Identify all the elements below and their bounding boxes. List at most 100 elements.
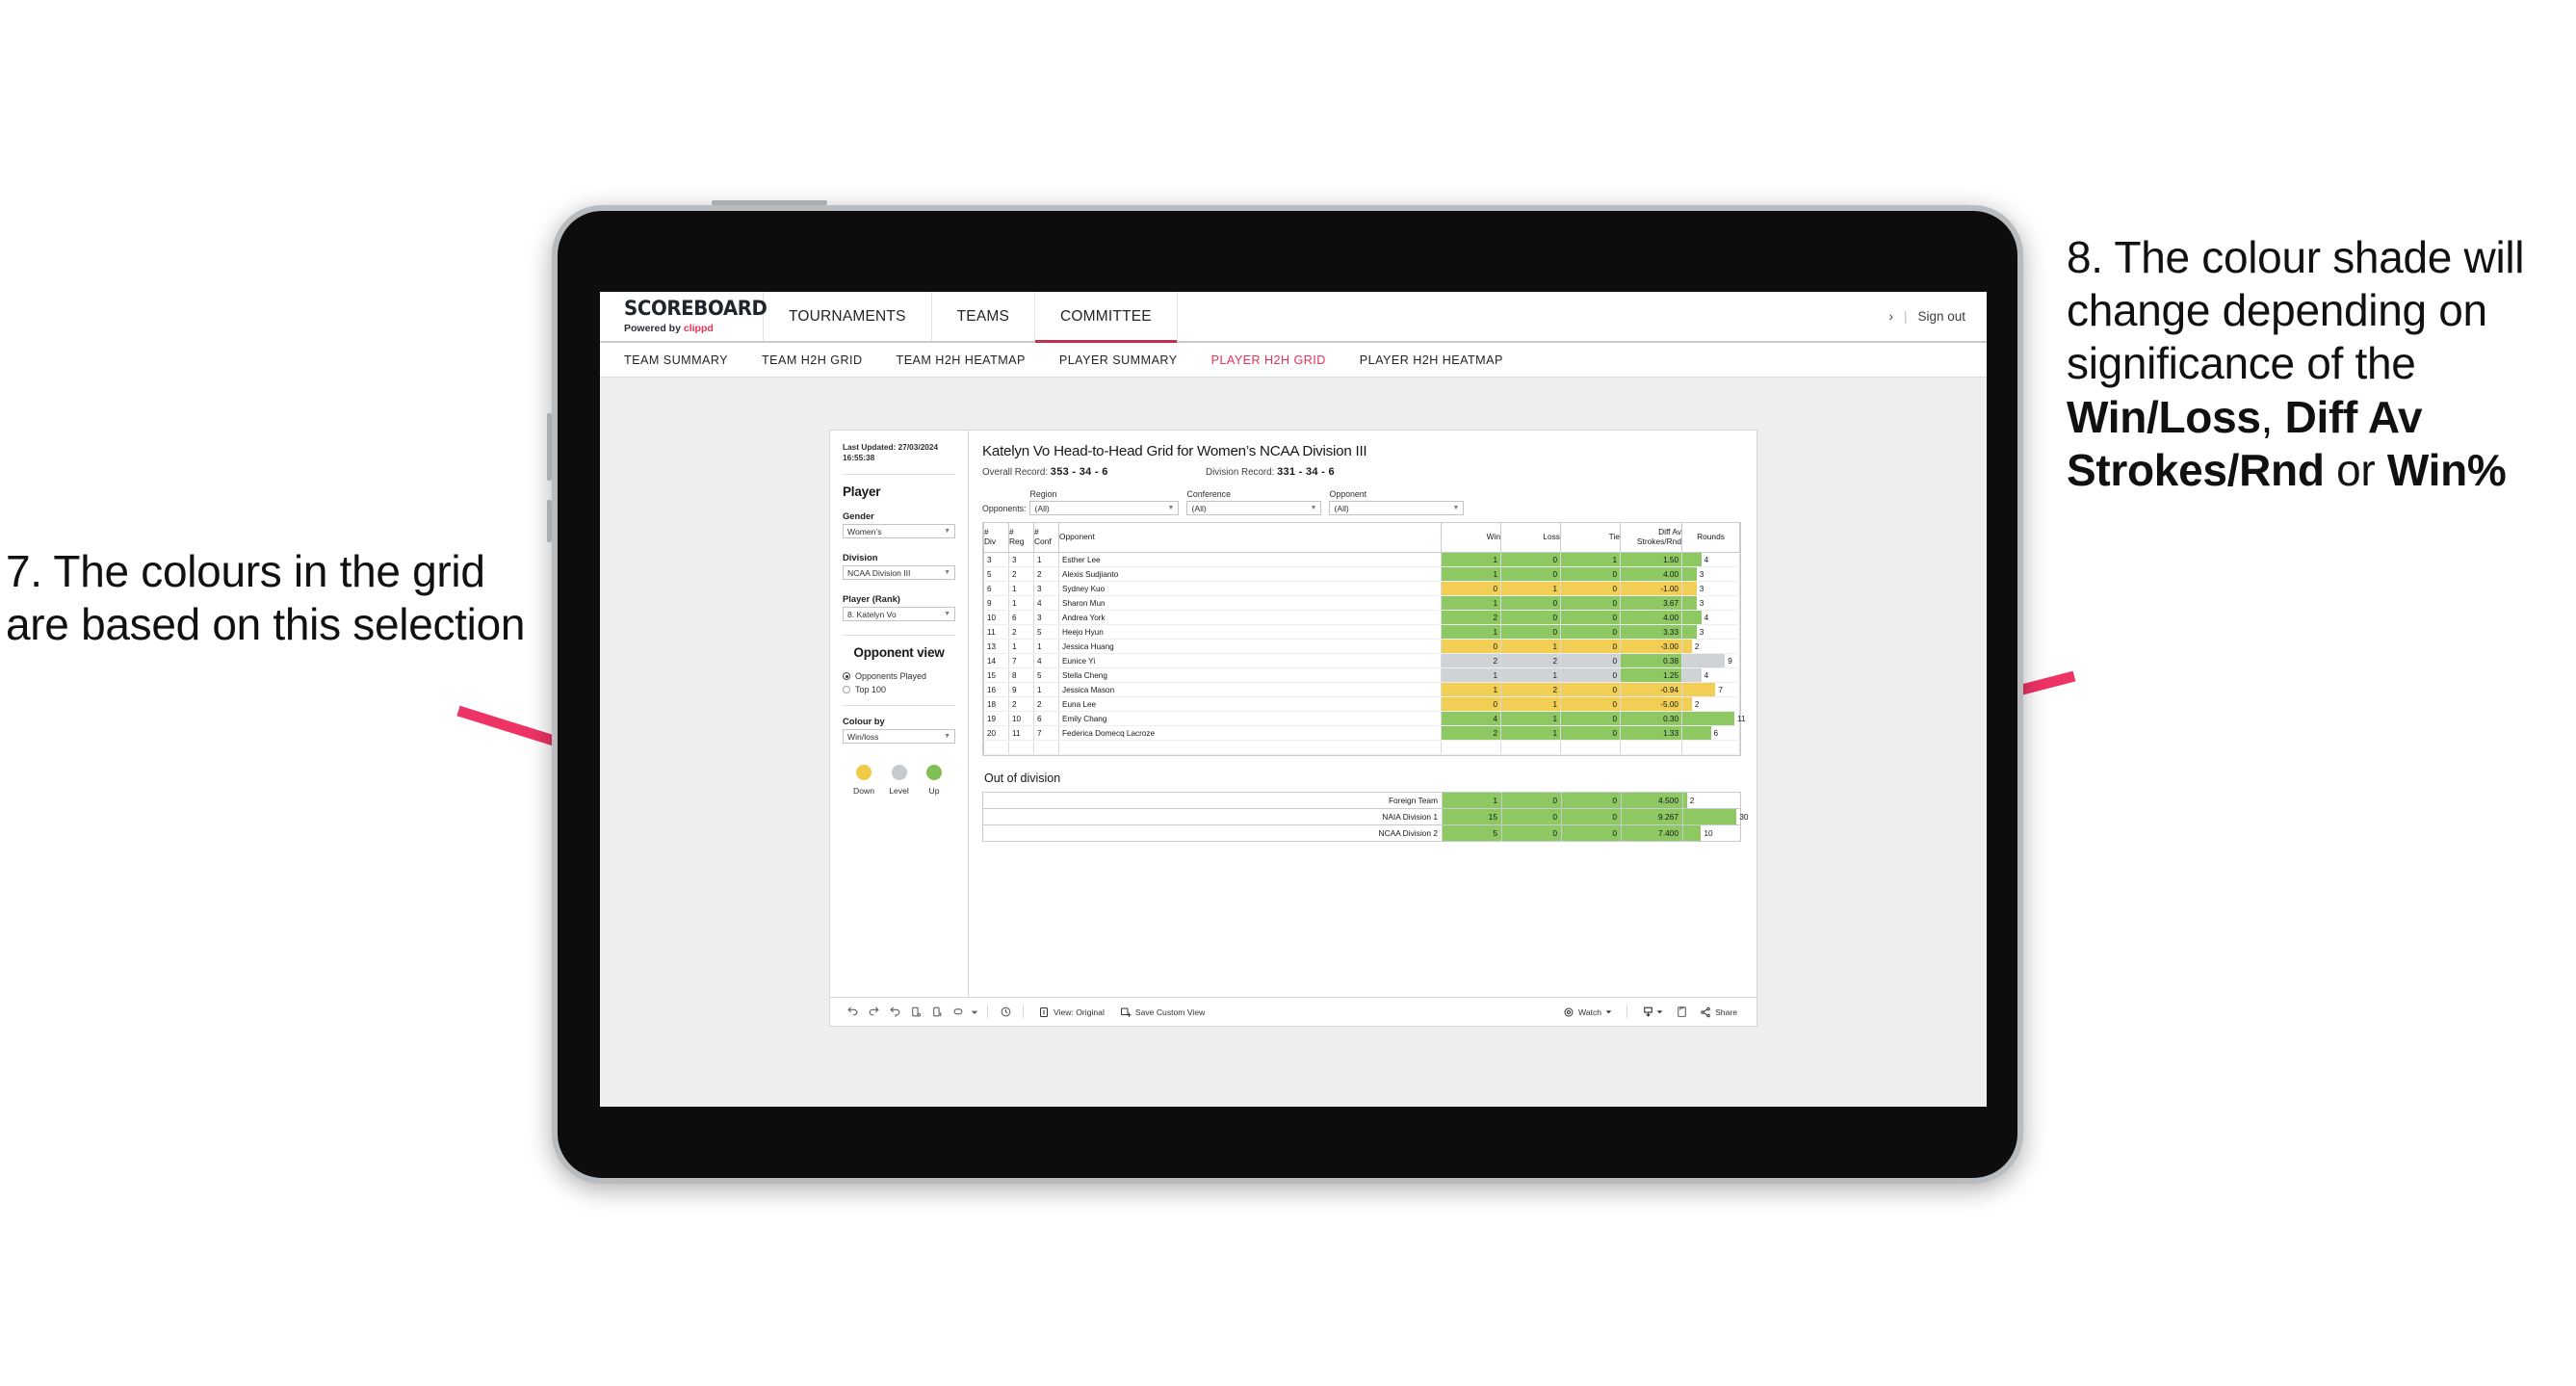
table-row[interactable]: 11 2 5 Heejo Hyun 1 0 0 3.33 3	[983, 624, 1740, 640]
colour-by-label: Colour by	[843, 716, 885, 727]
tab-team-h2h-heatmap[interactable]: TEAM H2H HEATMAP	[897, 353, 1026, 367]
nav-committee[interactable]: COMMITTEE	[1035, 292, 1178, 343]
table-spacer-row	[983, 740, 1740, 755]
rounds-bar-wrap: 9	[1682, 654, 1739, 667]
division-select[interactable]: NCAA Division III ▼	[843, 565, 955, 581]
view-original-button[interactable]: View: Original	[1030, 1007, 1112, 1018]
ood-name: NAIA Division 1	[982, 808, 1443, 825]
rounds-bar-cell: 11	[1681, 711, 1746, 726]
radio-opponents-played[interactable]: Opponents Played	[843, 671, 955, 681]
table-row[interactable]: 3 3 1 Esther Lee 1 0 1 1.50 4	[983, 552, 1740, 567]
out-of-division-row[interactable]: NCAA Division 2 5 0 0 7.400 10	[982, 824, 1741, 842]
gender-select[interactable]: Women’s ▼	[843, 524, 955, 539]
redo-icon[interactable]	[863, 1002, 884, 1023]
tab-player-summary[interactable]: PLAYER SUMMARY	[1059, 353, 1178, 367]
highlight-icon[interactable]	[948, 1002, 969, 1023]
column-header-line2: Reg	[1009, 536, 1025, 546]
refresh-data-icon[interactable]	[905, 1002, 926, 1023]
pause-updates-icon[interactable]	[926, 1002, 948, 1023]
nav-teams[interactable]: TEAMS	[932, 292, 1036, 341]
rounds-bar-cell: 3	[1681, 566, 1740, 582]
h2h-grid-head: # Div # Reg # Conf Opponent Win Loss Tie Diff Av St…	[983, 522, 1740, 553]
row-div: 9	[983, 595, 1009, 611]
download-button[interactable]	[1634, 1006, 1671, 1018]
pause-auto-update-icon[interactable]	[995, 1002, 1016, 1023]
ood-win: 15	[1442, 808, 1502, 825]
tab-player-h2h-heatmap[interactable]: PLAYER H2H HEATMAP	[1360, 353, 1503, 367]
table-row[interactable]: 10 6 3 Andrea York 2 0 0 4.00 4	[983, 610, 1740, 625]
filter-conference-select[interactable]: (All) ▼	[1186, 501, 1322, 515]
player-rank-select[interactable]: 8. Katelyn Vo ▼	[843, 607, 955, 622]
rounds-bar-wrap: 30	[1683, 809, 1748, 824]
rounds-value: 10	[1704, 828, 1713, 838]
table-row[interactable]: 13 1 1 Jessica Huang 0 1 0 -3.00 2	[983, 639, 1740, 654]
ood-win: 1	[1442, 792, 1502, 809]
column-header-line2: Div	[984, 536, 997, 546]
tab-team-summary[interactable]: TEAM SUMMARY	[624, 353, 728, 367]
rounds-bar	[1682, 567, 1697, 581]
row-diff-av: 1.25	[1620, 667, 1682, 683]
row-opponent: Andrea York	[1058, 610, 1442, 625]
player-section-heading: Player	[843, 484, 881, 500]
table-row[interactable]: 9 1 4 Sharon Mun 1 0 0 3.67 3	[983, 595, 1740, 611]
table-row[interactable]: 14 7 4 Eunice Yi 2 2 0 0.38 9	[983, 653, 1740, 668]
table-row[interactable]: 5 2 2 Alexis Sudjianto 1 0 0 4.00 3	[983, 566, 1740, 582]
nav-tournaments[interactable]: TOURNAMENTS	[764, 292, 932, 341]
chevron-down-icon[interactable]	[969, 1002, 980, 1023]
ood-diff-av: 4.500	[1621, 792, 1683, 809]
rounds-bar	[1682, 654, 1726, 667]
out-of-division-row[interactable]: Foreign Team 1 0 0 4.500 2	[982, 792, 1741, 809]
annotation-right-sep2: or	[2324, 444, 2387, 495]
row-div: 6	[983, 581, 1009, 596]
row-loss: 2	[1500, 653, 1561, 668]
logo-wordmark: SCOREBOARD	[624, 297, 768, 320]
chevron-right-icon[interactable]: ›	[1888, 309, 1893, 324]
h2h-grid-header-row: # Div # Reg # Conf Opponent Win Loss Tie Diff Av St…	[983, 522, 1740, 553]
row-loss: 1	[1500, 696, 1561, 712]
filter-region-select[interactable]: (All) ▼	[1029, 501, 1180, 515]
table-spacer-cell	[1008, 740, 1034, 755]
radio-top-100[interactable]: Top 100	[843, 685, 955, 694]
row-loss: 2	[1500, 682, 1561, 697]
revert-icon[interactable]	[884, 1002, 905, 1023]
row-win: 2	[1441, 653, 1501, 668]
undo-icon[interactable]	[842, 1002, 863, 1023]
filter-opponent-select[interactable]: (All) ▼	[1329, 501, 1465, 515]
row-diff-av: -3.00	[1620, 639, 1682, 654]
table-row[interactable]: 15 8 5 Stella Cheng 1 1 0 1.25 4	[983, 667, 1740, 683]
tab-team-h2h-grid[interactable]: TEAM H2H GRID	[762, 353, 863, 367]
filter-region-value: (All)	[1034, 503, 1050, 513]
app-logo[interactable]: SCOREBOARD Powered by clippd	[600, 292, 768, 341]
rounds-bar-cell: 4	[1681, 610, 1740, 625]
division-record-label: Division Record:	[1206, 467, 1275, 478]
table-row[interactable]: 16 9 1 Jessica Mason 1 2 0 -0.94 7	[983, 682, 1740, 697]
filter-sidebar: Last Updated: 27/03/2024 16:55:38 Player…	[830, 431, 969, 997]
row-tie: 1	[1560, 552, 1621, 567]
ood-loss: 0	[1501, 824, 1562, 842]
share-button[interactable]: Share	[1692, 1007, 1745, 1018]
table-row[interactable]: 18 2 2 Euna Lee 0 1 0 -5.00 2	[983, 696, 1740, 712]
table-row[interactable]: 6 1 3 Sydney Kuo 0 1 0 -1.00 3	[983, 581, 1740, 596]
tab-player-h2h-grid[interactable]: PLAYER H2H GRID	[1211, 353, 1326, 367]
sign-out-button[interactable]: Sign out	[1917, 309, 1965, 324]
out-of-division-body: Foreign Team 1 0 0 4.500 2 NAIA Division 1 15 0 0…	[982, 792, 1748, 842]
sidebar-divider-3	[843, 705, 955, 707]
row-loss: 0	[1500, 566, 1561, 582]
rounds-bar	[1682, 726, 1711, 740]
colour-by-select[interactable]: Win/loss ▼	[843, 729, 955, 745]
ood-rounds-bar-cell: 2	[1682, 792, 1741, 809]
row-opponent: Jessica Huang	[1058, 639, 1442, 654]
table-row[interactable]: 19 10 6 Emily Chang 4 1 0 0.30 11	[983, 711, 1746, 726]
table-row[interactable]: 20 11 7 Federica Domecq Lacroze 2 1 0 1.33 6	[983, 725, 1740, 741]
watch-button[interactable]: Watch	[1555, 1007, 1620, 1018]
save-custom-view-button[interactable]: Save Custom View	[1112, 1007, 1212, 1018]
rounds-value: 11	[1737, 714, 1746, 723]
fullscreen-icon[interactable]	[1671, 1002, 1692, 1023]
rounds-bar	[1682, 611, 1702, 624]
ood-name: NCAA Division 2	[982, 824, 1443, 842]
row-reg: 1	[1008, 639, 1034, 654]
annotation-left: 7. The colours in the grid are based on …	[6, 545, 526, 651]
row-div: 11	[983, 624, 1009, 640]
column-header: Diff Av Strokes/Rnd	[1620, 522, 1682, 553]
out-of-division-row[interactable]: NAIA Division 1 15 0 0 9.267 30	[982, 808, 1748, 825]
